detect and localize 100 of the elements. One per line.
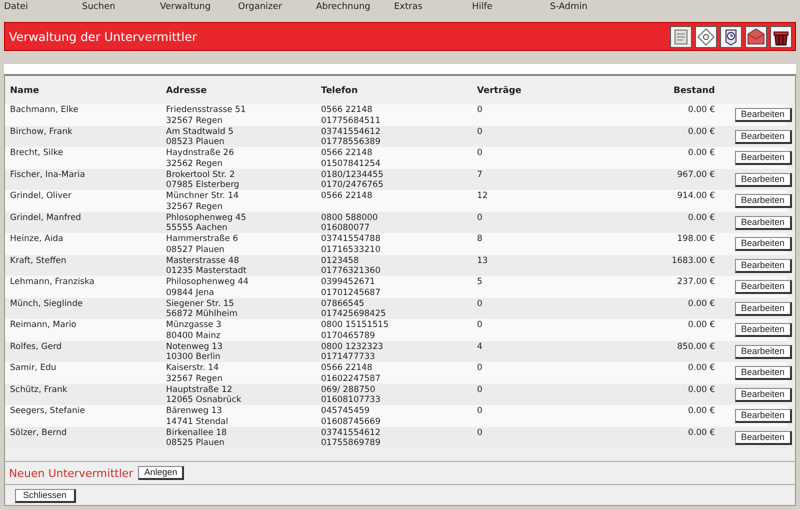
table-cell-text: 0 xyxy=(477,147,484,160)
table-cell-text: Fischer, Ina-Maria xyxy=(10,168,86,182)
menu-item[interactable]: Suchen xyxy=(82,2,160,12)
edit-button[interactable]: Bearbeiten xyxy=(735,237,792,251)
table-cell-text: 0.00 € xyxy=(688,212,715,224)
menu-item[interactable]: Hilfe xyxy=(472,2,550,12)
table-cell-text: 03741554612 01755869789 xyxy=(321,426,382,448)
close-button[interactable]: Schliessen xyxy=(15,489,76,503)
table-cell-text: Rolfes, Gerd xyxy=(10,340,63,354)
table-cell-text: 0180/1234455 0170/2476765 xyxy=(321,168,384,190)
table-cell-text: Grindel, Manfred xyxy=(10,212,82,224)
table-cell-text: Brecht, Silke xyxy=(10,147,64,160)
table-cell-text: 03741554788 01716533210 xyxy=(321,233,382,255)
table-cell-text: Münchner Str. 14 32567 Regen xyxy=(166,190,240,212)
table-cell-text: 0800 15151515 0170465789 xyxy=(321,319,390,341)
page-title: Verwaltung der Untervermittler xyxy=(8,30,197,44)
edit-button[interactable]: Bearbeiten xyxy=(735,344,792,358)
table-cell-text: Lehmann, Franziska xyxy=(10,276,96,289)
table-cell-text: 0 xyxy=(477,298,484,310)
table-cell-text: 0.00 € xyxy=(688,298,715,310)
table-cell-text: 0566 22148 01775684511 xyxy=(321,104,382,126)
create-button[interactable]: Anlegen xyxy=(138,466,184,480)
column-header: Name xyxy=(10,86,40,96)
table-cell-text: Münch, Sieglinde xyxy=(10,298,84,310)
table-cell-text: Samir, Edu xyxy=(10,362,58,375)
menu-item[interactable]: Organizer xyxy=(238,2,316,12)
edit-button[interactable]: Bearbeiten xyxy=(735,280,792,294)
edit-button[interactable]: Bearbeiten xyxy=(735,258,792,272)
column-header: Adresse xyxy=(166,86,208,96)
table-cell-text: Brokertool Str. 2 07985 Elsterberg xyxy=(166,168,240,190)
table-cell-text: 8 xyxy=(477,233,484,246)
table-cell-text: 0 xyxy=(477,319,484,332)
edit-button[interactable]: Bearbeiten xyxy=(735,430,792,444)
table-cell-text: 198.00 € xyxy=(677,233,715,246)
edit-button[interactable]: Bearbeiten xyxy=(735,409,792,423)
table-cell-text: 0800 588000 016080077 xyxy=(321,212,379,234)
menu-item[interactable]: Datei xyxy=(4,2,82,12)
table-cell-text: 850.00 € xyxy=(677,340,715,354)
table-cell-text: 0 xyxy=(477,212,484,224)
table-cell-text: 0 xyxy=(477,362,484,375)
table-cell-text: 1683.00 € xyxy=(672,254,715,268)
edit-button[interactable]: Bearbeiten xyxy=(735,302,792,316)
column-header: Telefon xyxy=(321,86,359,96)
document-icon[interactable] xyxy=(670,26,692,48)
table-cell-text: 0.00 € xyxy=(688,405,715,418)
table-cell-text: Grindel, Oliver xyxy=(10,190,72,203)
table-cell-text: 13 xyxy=(477,254,489,268)
edit-button[interactable]: Bearbeiten xyxy=(735,130,792,144)
table-cell-text: Friedensstrasse 51 32567 Regen xyxy=(166,104,247,126)
table-cell-text: Reimann, Mario xyxy=(10,319,78,332)
edit-button[interactable]: Bearbeiten xyxy=(735,216,792,230)
table-cell-text: 914.00 € xyxy=(677,190,715,203)
table-cell-text: Phlosophenweg 45 55555 Aachen xyxy=(166,212,248,234)
column-header: Verträge xyxy=(477,86,522,96)
table-cell-text: 045745459 01608745669 xyxy=(321,405,382,427)
menu-item[interactable]: S-Admin xyxy=(550,2,628,12)
trash-icon[interactable] xyxy=(770,26,792,48)
table-cell-text: 0399452671 01701245687 xyxy=(321,276,382,298)
table-cell-text: Bärenweg 13 14741 Stendal xyxy=(166,405,230,427)
edit-button[interactable]: Bearbeiten xyxy=(735,388,792,402)
table-cell-text: 0.00 € xyxy=(688,126,715,138)
table-cell-text: Seegers, Stefanie xyxy=(10,405,86,418)
table-cell-text: 0123458 01776321360 xyxy=(321,254,382,276)
column-header: Bestand xyxy=(673,86,715,96)
table-cell-text: 0566 22148 xyxy=(321,190,374,203)
table-cell-text: 0.00 € xyxy=(688,426,715,440)
table-cell-text: Am Stadtwald 5 08523 Plauen xyxy=(166,126,234,148)
table-cell-text: 4 xyxy=(477,340,484,354)
edit-button[interactable]: Bearbeiten xyxy=(735,323,792,337)
table-cell-text: Kaiserstr. 14 32567 Regen xyxy=(166,362,224,384)
table-cell-text: Schütz, Frank xyxy=(10,384,68,396)
table-cell-text: 0 xyxy=(477,426,484,440)
envelope-icon[interactable] xyxy=(745,26,767,48)
edit-button[interactable]: Bearbeiten xyxy=(735,151,792,165)
table-cell-text: Sölzer, Bernd xyxy=(10,426,68,440)
edit-button[interactable]: Bearbeiten xyxy=(735,366,792,380)
menu-item[interactable]: Abrechnung xyxy=(316,2,394,12)
table-cell-text: Siegener Str. 15 56872 Mühlheim xyxy=(166,298,238,320)
table-cell-text: Philosophenweg 44 09844 Jena xyxy=(166,276,250,298)
edit-button[interactable]: Bearbeiten xyxy=(735,172,792,186)
table-cell-text: 0.00 € xyxy=(688,362,715,375)
table-cell-text: 03741554612 01778556389 xyxy=(321,126,382,148)
table-cell-text: 0 xyxy=(477,405,484,418)
menu-item[interactable]: Extras xyxy=(394,2,472,12)
table-cell-text: 0 xyxy=(477,104,484,117)
menu-item[interactable]: Verwaltung xyxy=(160,2,238,12)
table-cell-text: 967.00 € xyxy=(677,168,715,182)
edit-button[interactable]: Bearbeiten xyxy=(735,108,792,122)
table-cell-text: 0 xyxy=(477,384,484,396)
table-cell-text: 069/ 288750 01608107733 xyxy=(321,384,382,406)
edit-button[interactable]: Bearbeiten xyxy=(735,194,792,208)
clock-icon[interactable] xyxy=(720,26,742,48)
table-cell-text: 0566 22148 01507841254 xyxy=(321,147,382,169)
table-cell-text: 0.00 € xyxy=(688,384,715,396)
table-cell-text: 0566 22148 01602247587 xyxy=(321,362,382,384)
table-cell-text: 0 xyxy=(477,126,484,138)
table-cell-text: Bachmann, Elke xyxy=(10,104,80,117)
table-cell-text: Notenweg 13 10300 Berlin xyxy=(166,340,224,362)
table-cell-text: Münzgasse 3 80400 Mainz xyxy=(166,319,222,341)
table-cell-text: Kraft, Steffen xyxy=(10,254,68,268)
